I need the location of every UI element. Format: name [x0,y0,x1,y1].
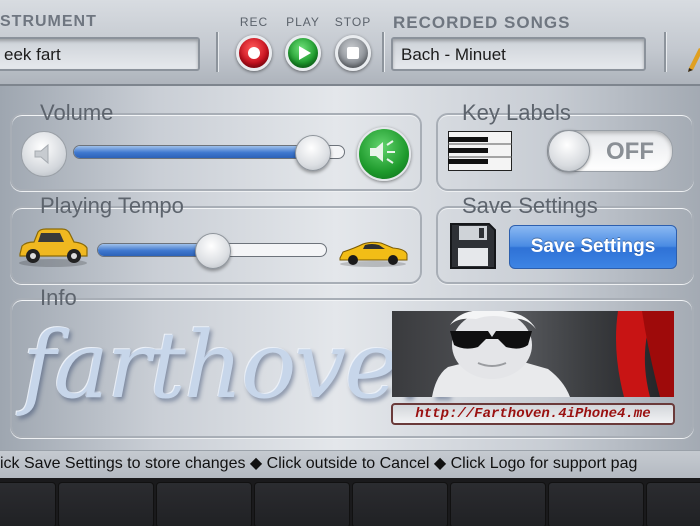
divider [216,32,218,72]
piano-key[interactable] [646,482,700,526]
fast-car-icon[interactable] [337,236,409,268]
key-labels-label: Key Labels [462,100,571,125]
stop-label: STOP [334,15,372,29]
toggle-knob [548,130,590,172]
tempo-slider-knob[interactable] [195,233,231,269]
divider [382,32,384,72]
speaker-loud-icon[interactable] [357,127,411,181]
play-icon [299,46,311,60]
stop-button[interactable] [335,35,371,71]
piano-key[interactable] [0,482,56,526]
instrument-field[interactable]: eek fart [0,37,200,71]
piano-key[interactable] [450,482,546,526]
support-url-link[interactable]: http://Farthoven.4iPhone4.me [391,403,675,425]
piano-key[interactable] [254,482,350,526]
play-button[interactable] [285,35,321,71]
recorded-songs-label: RECORDED SONGS [393,13,571,32]
top-bar: STRUMENT eek fart REC PLAY STOP RECORDED… [0,0,700,86]
save-settings-button[interactable]: Save Settings [509,225,677,269]
pencil-icon[interactable] [683,42,700,72]
key-labels-toggle[interactable]: OFF [547,130,673,172]
stop-icon [347,47,359,59]
slow-car-icon[interactable] [16,224,90,268]
volume-slider-fill [74,146,314,158]
beethoven-image[interactable] [392,311,674,397]
piano-keys-icon [448,131,512,171]
piano-key[interactable] [156,482,252,526]
piano-keyboard [0,478,700,526]
farthoven-logo[interactable]: farthoven [22,302,456,430]
piano-key[interactable] [352,482,448,526]
settings-panel: STRUMENT eek fart REC PLAY STOP RECORDED… [0,0,700,478]
tempo-label: Playing Tempo [40,193,184,218]
divider [664,32,666,72]
speaker-muted-icon[interactable] [21,131,67,177]
play-label: PLAY [286,15,320,29]
status-hint-bar: ick Save Settings to store changes ◆ Cli… [0,450,700,478]
volume-label: Volume [40,100,114,125]
floppy-disk-icon [450,223,496,269]
piano-key[interactable] [548,482,644,526]
toggle-state-text: OFF [606,138,654,165]
recorded-songs-field[interactable]: Bach - Minuet [391,37,646,71]
record-icon [248,47,260,59]
save-settings-label: Save Settings [462,193,598,218]
rec-label: REC [239,15,269,29]
instrument-label: STRUMENT [0,13,97,30]
piano-key[interactable] [58,482,154,526]
record-button[interactable] [236,35,272,71]
